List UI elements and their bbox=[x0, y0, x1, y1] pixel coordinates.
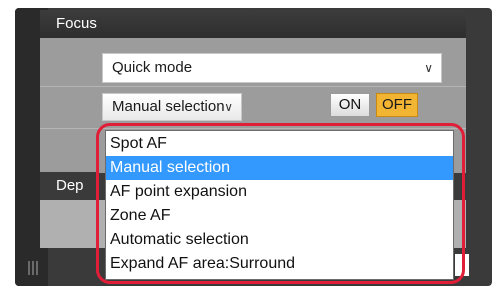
dropdown-option-manual-selection[interactable]: Manual selection bbox=[106, 156, 453, 180]
screenshot-frame: Focus Quick mode ∨ Manual selection ∨ ON… bbox=[0, 0, 495, 293]
dropdown-option-zone-af[interactable]: Zone AF bbox=[106, 204, 453, 228]
dropdown-option-spot-af[interactable]: Spot AF bbox=[106, 132, 453, 156]
af-operation-select[interactable]: Quick mode ∨ bbox=[102, 53, 442, 83]
grip-bar bbox=[28, 261, 30, 275]
af-operation-value: Quick mode bbox=[112, 59, 193, 76]
af-area-select[interactable]: Manual selection ∨ bbox=[102, 93, 242, 121]
af-area-dropdown-list[interactable]: Spot AF Manual selection AF point expans… bbox=[105, 130, 454, 280]
chevron-down-icon: ∨ bbox=[424, 61, 433, 75]
row-divider bbox=[40, 86, 466, 87]
dropdown-option-expand-af-area[interactable]: Expand AF area:Surround bbox=[106, 252, 453, 276]
dropdown-option-automatic-selection[interactable]: Automatic selection bbox=[106, 228, 453, 252]
grip-bar bbox=[36, 261, 38, 275]
grip-bar bbox=[32, 261, 34, 275]
af-area-value: Manual selection bbox=[112, 98, 225, 115]
on-button[interactable]: ON bbox=[330, 93, 370, 117]
off-button[interactable]: OFF bbox=[376, 93, 418, 117]
chevron-down-icon: ∨ bbox=[224, 100, 233, 114]
focus-section-title: Focus bbox=[40, 10, 466, 38]
depth-section-title: Dep bbox=[40, 172, 96, 200]
dropdown-option-af-point-expansion[interactable]: AF point expansion bbox=[106, 180, 453, 204]
drag-grip-icon[interactable] bbox=[28, 261, 38, 275]
